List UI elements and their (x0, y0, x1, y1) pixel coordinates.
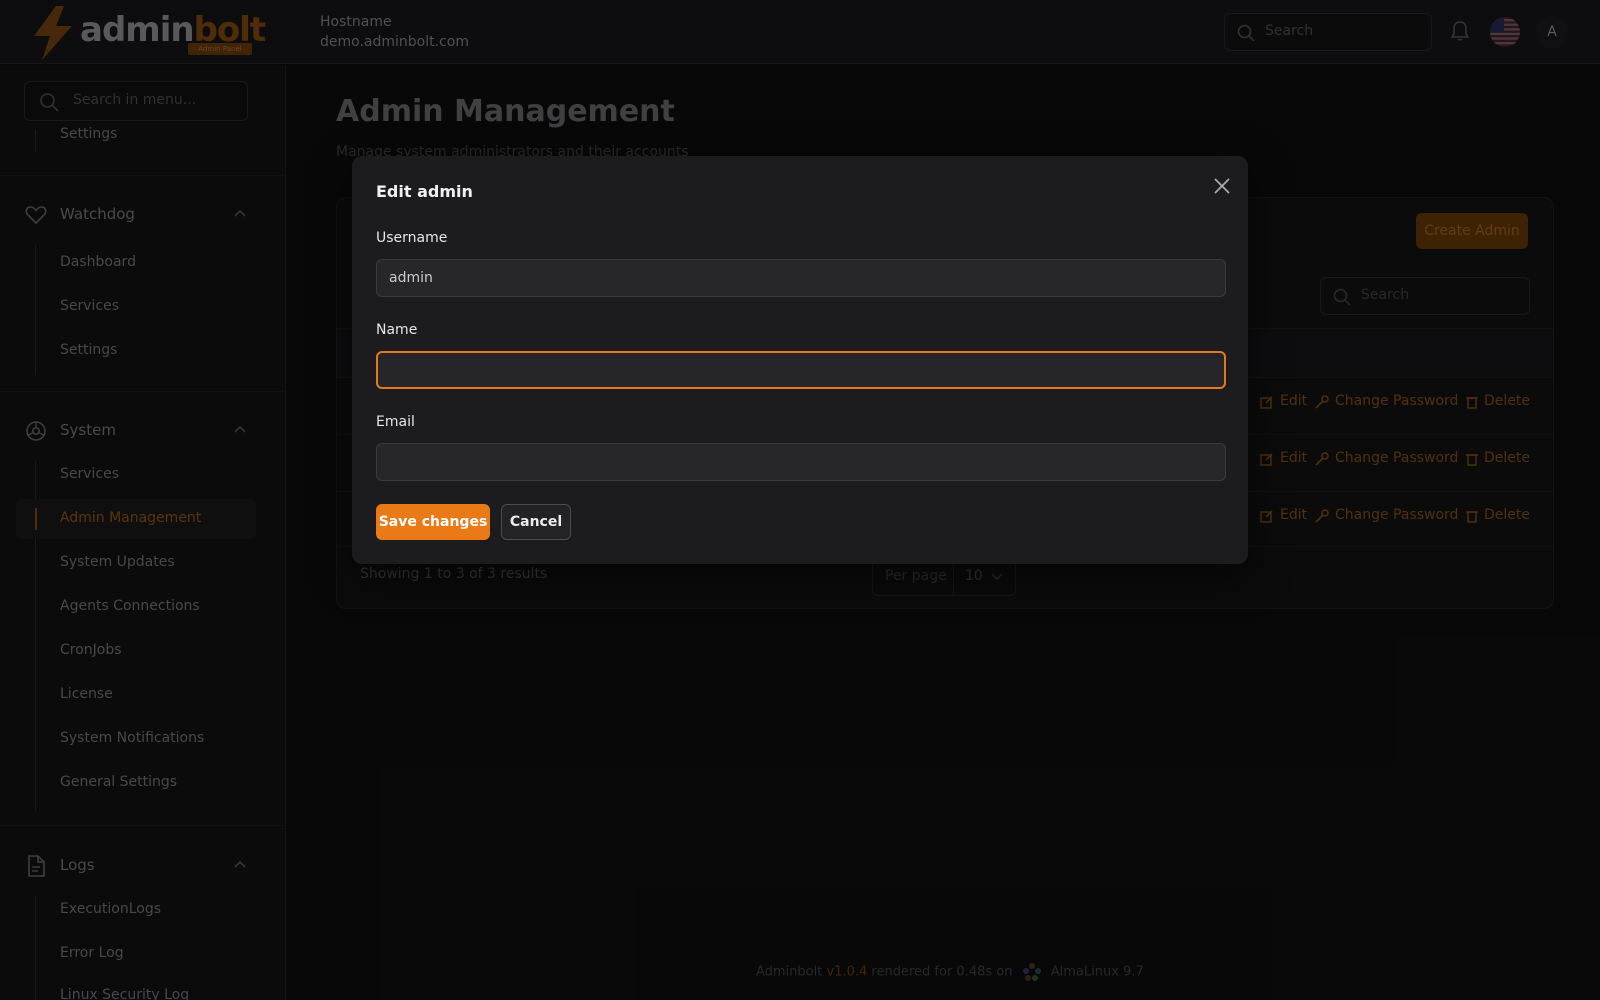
name-label: Name (376, 322, 418, 338)
cancel-button[interactable]: Cancel (501, 504, 571, 540)
username-field[interactable]: admin (376, 259, 1226, 297)
email-field[interactable] (376, 443, 1226, 481)
edit-admin-modal: Edit admin Username admin Name Email Sav… (352, 156, 1248, 564)
name-field[interactable] (376, 351, 1226, 389)
close-icon[interactable] (1210, 174, 1234, 198)
save-changes-button[interactable]: Save changes (376, 504, 490, 540)
username-label: Username (376, 230, 448, 246)
modal-title: Edit admin (376, 182, 473, 201)
email-label: Email (376, 414, 415, 430)
